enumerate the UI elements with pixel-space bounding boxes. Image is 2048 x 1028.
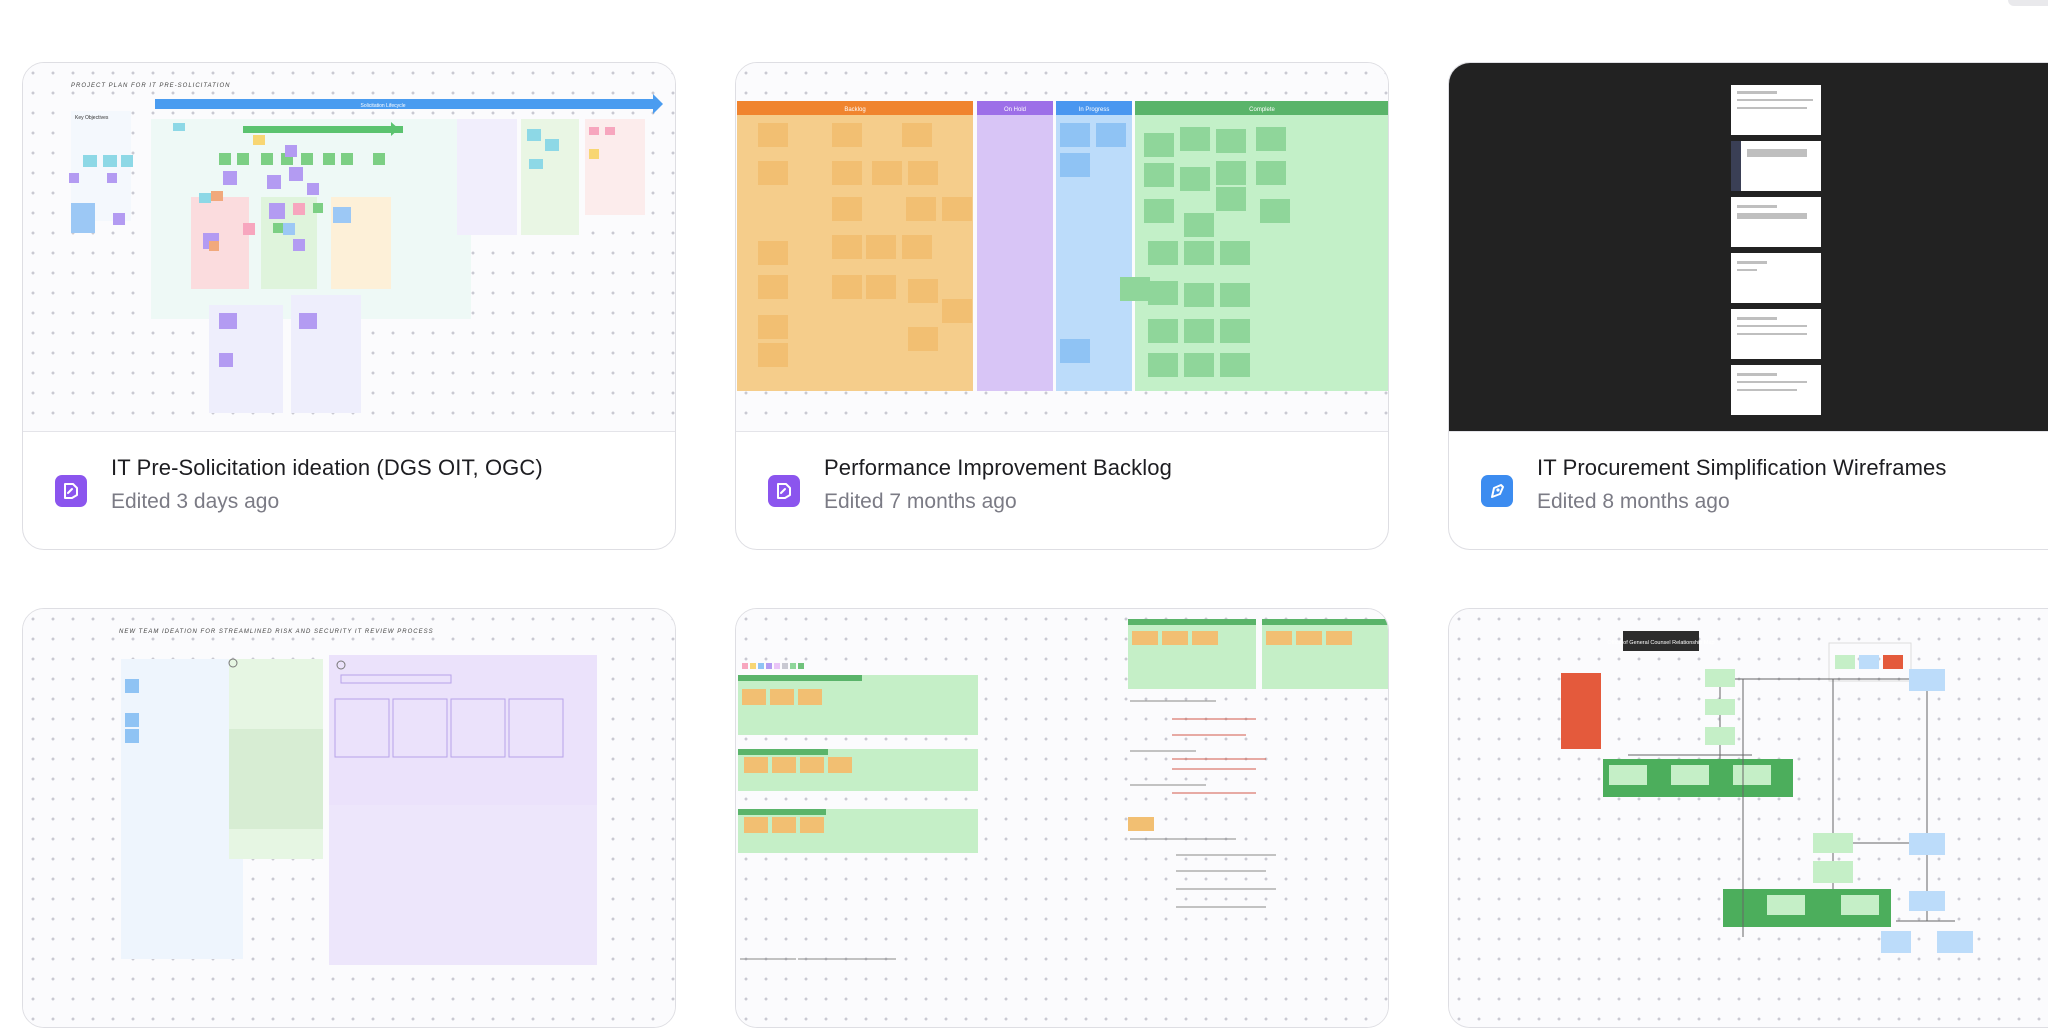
file-card[interactable]: PROJECT PLAN FOR IT PRE-SOLICITATION Sol… — [22, 62, 676, 550]
file-edited-time: Edited 8 months ago — [1537, 490, 1730, 513]
file-card[interactable]: Office of General Counsel Relationship M… — [1448, 608, 2048, 1028]
whiteboard-preview: NEW TEAM IDEATION FOR STREAMLINED RISK A… — [119, 629, 597, 965]
column-header: In Progress — [1079, 107, 1110, 113]
whiteboard-icon — [768, 475, 800, 507]
thumb-key-objectives: Key Objectives — [75, 115, 109, 121]
card-footer: IT Pre-Solicitation ideation (DGS OIT, O… — [23, 431, 675, 549]
file-thumbnail: PROJECT PLAN FOR IT PRE-SOLICITATION Sol… — [23, 63, 675, 432]
file-edited-time: Edited 7 months ago — [824, 490, 1017, 513]
file-card[interactable]: Backlog On Hold In Progress Complete Per… — [735, 62, 1389, 550]
thumb-banner: Solicitation Lifecycle — [360, 103, 405, 109]
column-header: Backlog — [844, 107, 865, 113]
column-header: Complete — [1249, 107, 1275, 113]
card-footer: Performance Improvement Backlog Edited 7… — [736, 431, 1388, 549]
thumb-header: PROJECT PLAN FOR IT PRE-SOLICITATION — [71, 83, 230, 89]
whiteboard-icon — [55, 475, 87, 507]
file-card[interactable]: IT Procurement Simplification Wireframes… — [1448, 62, 2048, 550]
thumb-header: NEW TEAM IDEATION FOR STREAMLINED RISK A… — [119, 629, 434, 635]
kanban-preview: Backlog On Hold In Progress Complete — [737, 101, 1388, 391]
file-thumbnail — [1449, 63, 2048, 432]
file-thumbnail: Backlog On Hold In Progress Complete — [736, 63, 1388, 432]
file-card[interactable]: NEW TEAM IDEATION FOR STREAMLINED RISK A… — [22, 608, 676, 1028]
whiteboard-preview — [738, 619, 1388, 960]
whiteboard-preview: PROJECT PLAN FOR IT PRE-SOLICITATION Sol… — [69, 83, 663, 413]
file-title[interactable]: IT Pre-Solicitation ideation (DGS OIT, O… — [111, 455, 543, 481]
card-footer: IT Procurement Simplification Wireframes… — [1449, 431, 2048, 549]
file-card[interactable] — [735, 608, 1389, 1028]
wireframe-preview — [1731, 85, 1821, 415]
file-title[interactable]: IT Procurement Simplification Wireframes — [1537, 455, 1947, 481]
file-thumbnail — [736, 609, 1388, 1027]
file-thumbnail: Office of General Counsel Relationship M… — [1449, 609, 2048, 1027]
relationship-map-preview: Office of General Counsel Relationship M… — [1561, 631, 1973, 953]
scrollbar-corner — [2008, 0, 2048, 6]
file-edited-time: Edited 3 days ago — [111, 490, 280, 513]
file-thumbnail: NEW TEAM IDEATION FOR STREAMLINED RISK A… — [23, 609, 675, 1027]
column-header: On Hold — [1004, 107, 1026, 113]
file-title[interactable]: Performance Improvement Backlog — [824, 455, 1172, 481]
thumb-header: Office of General Counsel Relationship M… — [1607, 640, 1714, 646]
design-file-icon — [1481, 475, 1513, 507]
